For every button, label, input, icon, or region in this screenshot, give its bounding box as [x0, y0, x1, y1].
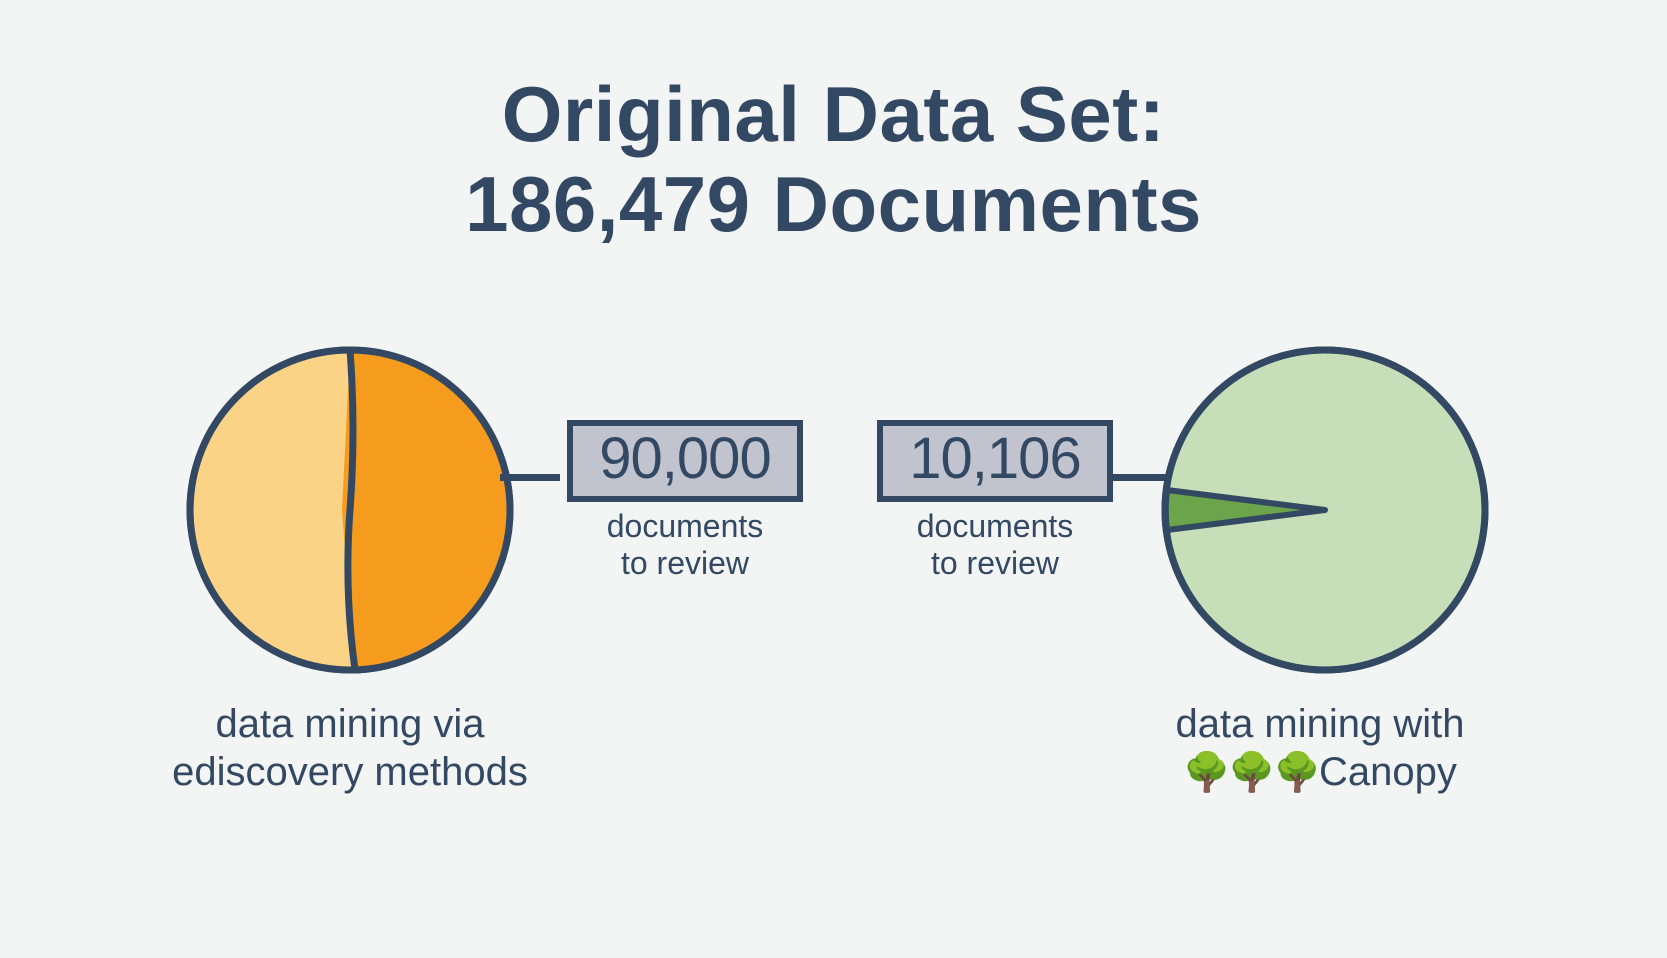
value-left: 90,000 [599, 426, 770, 491]
pie-chart-canopy [1155, 340, 1495, 680]
caption-right: data mining with 🌳🌳🌳Canopy [1060, 700, 1580, 797]
callout-left: 90,000 documents to review [555, 420, 815, 582]
connector-line-left [500, 474, 560, 481]
value-right: 10,106 [909, 426, 1080, 491]
callout-right: 10,106 documents to review [870, 420, 1120, 582]
value-box-left: 90,000 [567, 420, 802, 502]
pie-right [1155, 340, 1495, 680]
page-title: Original Data Set: 186,479 Documents [0, 70, 1667, 249]
tree-icon: 🌳🌳🌳 [1183, 752, 1319, 794]
title-line-1: Original Data Set: [502, 70, 1165, 158]
pie-left [180, 340, 520, 680]
pie-chart-ediscovery [180, 340, 520, 680]
sub-right: documents to review [870, 508, 1120, 582]
caption-left: data mining via ediscovery methods [110, 700, 590, 796]
title-line-2: 186,479 Documents [465, 160, 1202, 248]
value-box-right: 10,106 [877, 420, 1112, 502]
infographic: Original Data Set: 186,479 Documents 90,… [0, 0, 1667, 958]
sub-left: documents to review [555, 508, 815, 582]
